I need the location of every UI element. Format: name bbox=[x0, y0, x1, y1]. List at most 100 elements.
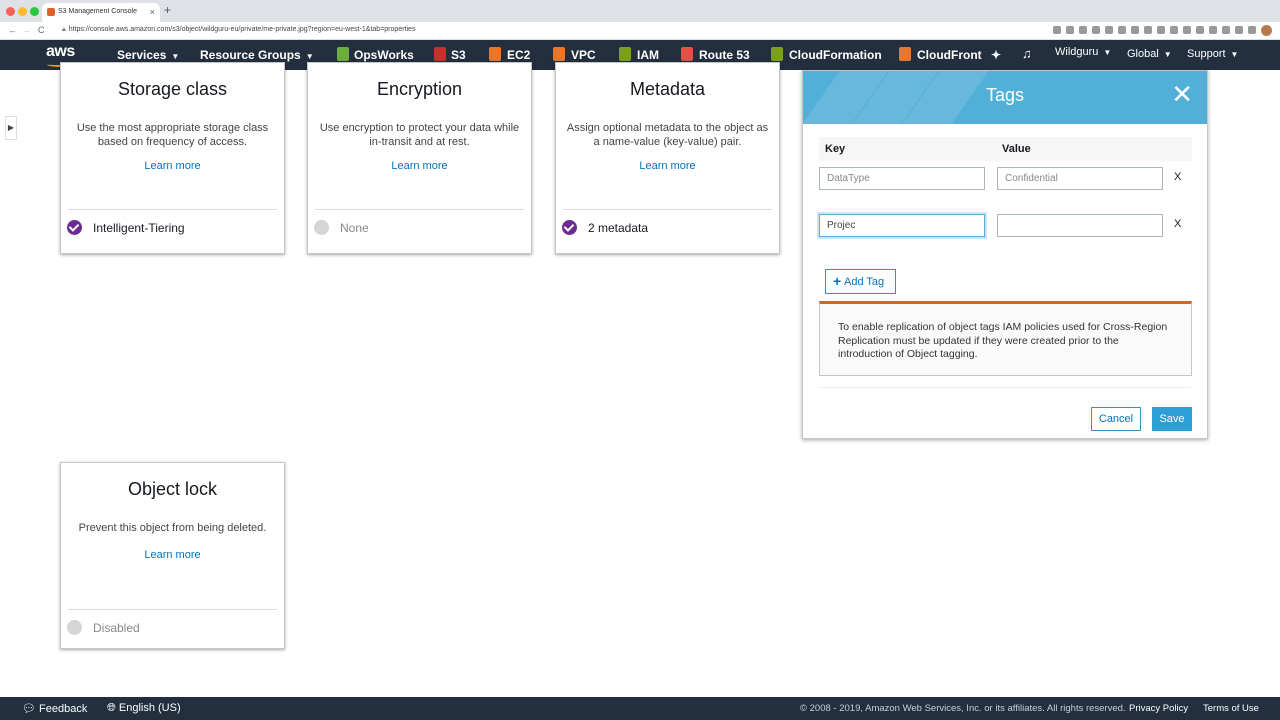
cancel-button[interactable]: Cancel bbox=[1091, 407, 1141, 431]
card-description: Prevent this object from being deleted. bbox=[78, 522, 267, 534]
shortcut-vpc[interactable]: VPC bbox=[571, 48, 596, 62]
metadata-card[interactable]: Metadata Assign optional metadata to the… bbox=[555, 62, 780, 254]
zoom-icon[interactable] bbox=[1053, 26, 1061, 34]
route53-icon bbox=[681, 47, 693, 61]
tag-value-input[interactable] bbox=[997, 214, 1163, 237]
shortcut-cloudformation[interactable]: CloudFormation bbox=[789, 48, 882, 62]
speech-bubble-icon: 💬︎ bbox=[22, 703, 36, 715]
extension-icon[interactable] bbox=[1092, 26, 1100, 34]
extension-icon[interactable] bbox=[1209, 26, 1217, 34]
window-minimize-button[interactable] bbox=[18, 7, 27, 16]
tags-panel: Tags ✕ Key Value X X +Add Tag To enable … bbox=[802, 70, 1208, 439]
tag-value-input[interactable] bbox=[997, 167, 1163, 190]
chevron-down-icon: ▼ bbox=[1103, 48, 1112, 57]
extension-icon[interactable] bbox=[1235, 26, 1243, 34]
replication-warning: To enable replication of object tags IAM… bbox=[819, 301, 1192, 376]
pin-icon[interactable]: ✦ bbox=[991, 48, 1001, 62]
shortcut-ec2[interactable]: EC2 bbox=[507, 48, 530, 62]
extension-icon[interactable] bbox=[1118, 26, 1126, 34]
services-menu[interactable]: Services ▼ bbox=[117, 48, 179, 62]
storage-class-card[interactable]: Storage class Use the most appropriate s… bbox=[60, 62, 285, 254]
tag-key-input[interactable] bbox=[819, 214, 985, 237]
address-bar: ← → C 🔒︎ https://console.aws.amazon.com/s… bbox=[0, 22, 1280, 40]
account-menu[interactable]: Wildguru ▼ bbox=[1055, 46, 1111, 58]
footer: 💬︎ Feedback 🌐︎ English (US) © 2008 - 201… bbox=[0, 697, 1280, 720]
region-menu[interactable]: Global ▼ bbox=[1127, 48, 1172, 60]
card-description: Assign optional metadata to the object a… bbox=[566, 122, 769, 148]
card-status: Disabled bbox=[67, 620, 140, 635]
browser-tab[interactable]: S3 Management Console × bbox=[42, 3, 160, 22]
check-circle-icon bbox=[67, 220, 82, 235]
extension-icon[interactable] bbox=[1248, 26, 1256, 34]
vpc-icon bbox=[553, 47, 565, 61]
learn-more-link[interactable]: Learn more bbox=[308, 160, 531, 172]
reload-icon[interactable]: C bbox=[38, 25, 45, 35]
shortcut-s3[interactable]: S3 bbox=[451, 48, 466, 62]
extension-icon[interactable] bbox=[1183, 26, 1191, 34]
empty-circle-icon bbox=[67, 620, 82, 635]
shortcut-route53[interactable]: Route 53 bbox=[699, 48, 750, 62]
card-title: Encryption bbox=[376, 79, 463, 99]
card-title: Object lock bbox=[127, 479, 218, 499]
chevron-down-icon: ▼ bbox=[171, 52, 180, 61]
encryption-card[interactable]: Encryption Use encryption to protect you… bbox=[307, 62, 532, 254]
card-divider bbox=[315, 209, 524, 210]
language-selector[interactable]: 🌐︎ English (US) bbox=[107, 702, 181, 715]
browser-tab-bar: S3 Management Console × + bbox=[0, 0, 1280, 22]
cloudformation-icon bbox=[771, 47, 783, 61]
lock-icon: 🔒︎ bbox=[62, 26, 66, 33]
aws-logo[interactable]: aws bbox=[46, 43, 75, 67]
card-status: None bbox=[314, 220, 369, 235]
extension-icon[interactable] bbox=[1131, 26, 1139, 34]
learn-more-link[interactable]: Learn more bbox=[61, 160, 284, 172]
learn-more-link[interactable]: Learn more bbox=[556, 160, 779, 172]
url-field[interactable]: 🔒︎ https://console.aws.amazon.com/s3/obje… bbox=[62, 26, 415, 34]
extension-icon[interactable] bbox=[1144, 26, 1152, 34]
terms-of-use-link[interactable]: Terms of Use bbox=[1203, 703, 1259, 714]
tag-key-input[interactable] bbox=[819, 167, 985, 190]
card-title: Storage class bbox=[117, 79, 228, 99]
profile-avatar[interactable] bbox=[1261, 25, 1272, 36]
close-icon[interactable]: ✕ bbox=[1171, 79, 1193, 110]
extension-icon[interactable] bbox=[1170, 26, 1178, 34]
shortcut-opsworks[interactable]: OpsWorks bbox=[354, 48, 414, 62]
tab-title: S3 Management Console bbox=[58, 8, 137, 15]
chevron-down-icon: ▼ bbox=[1230, 50, 1239, 59]
sidebar-toggle-button[interactable]: ▶ bbox=[5, 116, 17, 140]
aws-favicon-icon bbox=[47, 8, 55, 16]
window-maximize-button[interactable] bbox=[30, 7, 39, 16]
extension-icon[interactable] bbox=[1222, 26, 1230, 34]
feedback-link[interactable]: 💬︎ Feedback bbox=[22, 702, 87, 715]
shortcut-cloudfront[interactable]: CloudFront bbox=[917, 48, 982, 62]
chevron-down-icon: ▼ bbox=[1163, 50, 1172, 59]
save-button[interactable]: Save bbox=[1152, 407, 1192, 431]
card-status: 2 metadata bbox=[562, 220, 648, 235]
extension-icon[interactable] bbox=[1079, 26, 1087, 34]
extension-icons bbox=[1053, 26, 1256, 34]
iam-icon bbox=[619, 47, 631, 61]
window-close-button[interactable] bbox=[6, 7, 15, 16]
tags-panel-title: Tags bbox=[985, 85, 1025, 105]
bell-icon[interactable]: ♫ bbox=[1022, 46, 1032, 61]
forward-arrow-icon[interactable]: → bbox=[22, 25, 31, 35]
tab-close-icon[interactable]: × bbox=[150, 7, 155, 17]
add-tag-button[interactable]: + Add Tag bbox=[825, 269, 896, 294]
star-icon[interactable] bbox=[1066, 26, 1074, 34]
extension-icon[interactable] bbox=[1157, 26, 1165, 34]
remove-tag-button[interactable]: X bbox=[1174, 218, 1181, 230]
support-menu[interactable]: Support ▼ bbox=[1187, 48, 1238, 60]
extension-icon[interactable] bbox=[1105, 26, 1113, 34]
object-lock-card[interactable]: Object lock Prevent this object from bei… bbox=[60, 462, 285, 649]
privacy-policy-link[interactable]: Privacy Policy bbox=[1129, 703, 1188, 714]
new-tab-button[interactable]: + bbox=[164, 3, 171, 17]
extension-icon[interactable] bbox=[1196, 26, 1204, 34]
back-arrow-icon[interactable]: ← bbox=[8, 25, 17, 35]
value-column-header: Value bbox=[1002, 143, 1031, 155]
copyright-text: © 2008 - 2019, Amazon Web Services, Inc.… bbox=[800, 703, 1126, 714]
tags-table-header: Key Value bbox=[819, 137, 1192, 161]
learn-more-link[interactable]: Learn more bbox=[61, 549, 284, 561]
resource-groups-menu[interactable]: Resource Groups ▼ bbox=[200, 48, 314, 62]
check-circle-icon bbox=[562, 220, 577, 235]
remove-tag-button[interactable]: X bbox=[1174, 171, 1181, 183]
shortcut-iam[interactable]: IAM bbox=[637, 48, 659, 62]
